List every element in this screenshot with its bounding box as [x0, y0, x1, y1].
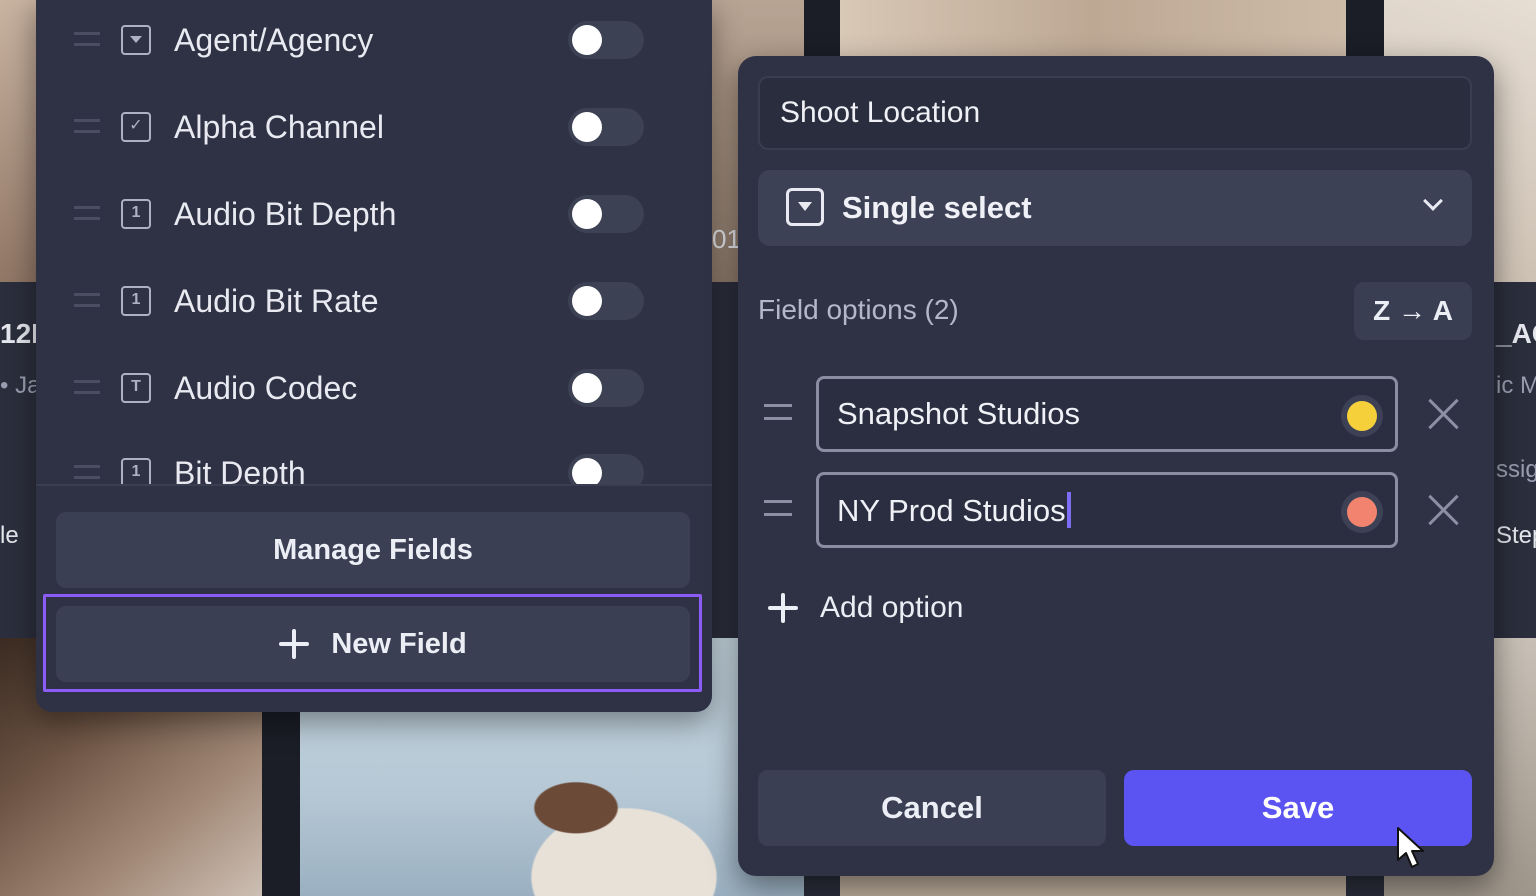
new-field-label: New Field — [331, 627, 467, 660]
remove-option-icon[interactable] — [1428, 398, 1460, 430]
field-label: Alpha Channel — [174, 109, 384, 145]
field-visibility-toggle[interactable] — [568, 108, 644, 146]
field-row-audio-codec[interactable]: T Audio Codec — [36, 358, 712, 418]
divider — [36, 484, 712, 486]
drag-handle-icon[interactable] — [764, 500, 792, 516]
field-label: Agent/Agency — [174, 22, 374, 58]
plus-icon — [768, 593, 798, 623]
edit-field-panel: Shoot Location Single select Field optio… — [738, 56, 1494, 876]
mouse-pointer-icon — [1397, 827, 1424, 868]
field-visibility-toggle[interactable] — [568, 454, 644, 484]
number-field-icon: 1 — [121, 199, 151, 229]
plus-icon — [279, 629, 310, 659]
field-label: Audio Bit Depth — [174, 196, 397, 232]
number-field-icon: 1 — [121, 458, 151, 484]
number-field-icon: 1 — [121, 286, 151, 316]
color-swatch — [1347, 401, 1377, 431]
drag-handle-icon[interactable] — [764, 404, 792, 420]
field-visibility-toggle[interactable] — [568, 195, 644, 233]
media-sub-text: • Ja — [0, 372, 41, 399]
field-visibility-toggle[interactable] — [568, 21, 644, 59]
field-row-agent-agency[interactable]: Agent/Agency — [36, 10, 712, 70]
text-field-icon: T — [121, 373, 151, 403]
field-type-select[interactable]: Single select — [758, 170, 1472, 246]
field-list: Agent/Agency ✓ Alpha Channel 1 Audio Bit… — [36, 0, 712, 484]
add-option-label: Add option — [820, 591, 964, 624]
field-name-input[interactable]: Shoot Location — [758, 76, 1472, 150]
option-row: Snapshot Studios — [738, 376, 1494, 452]
media-tab-text: le — [0, 522, 19, 549]
option-color-picker[interactable] — [1341, 491, 1383, 533]
field-visibility-toggle[interactable] — [568, 369, 644, 407]
remove-option-icon[interactable] — [1428, 494, 1460, 526]
field-type-label: Single select — [842, 190, 1032, 225]
field-options-title: Field options (2) — [758, 294, 959, 325]
text-cursor — [1066, 492, 1071, 528]
media-code-text: 01 — [712, 224, 741, 254]
checkbox-field-icon: ✓ — [121, 112, 151, 142]
photo-subject — [480, 770, 720, 896]
drag-handle-icon[interactable] — [74, 380, 100, 394]
field-visibility-toggle[interactable] — [568, 282, 644, 320]
media-thumbnail — [840, 0, 1346, 60]
media-code-text: _AC — [1496, 318, 1536, 349]
option-text: Snapshot Studios — [837, 396, 1081, 431]
add-option-button[interactable]: Add option — [768, 586, 963, 630]
field-row-audio-bit-rate[interactable]: 1 Audio Bit Rate — [36, 271, 712, 331]
field-label: Audio Codec — [174, 370, 358, 406]
field-label: Audio Bit Rate — [174, 283, 379, 319]
field-row-audio-bit-depth[interactable]: 1 Audio Bit Depth — [36, 184, 712, 244]
new-field-button[interactable]: New Field — [56, 606, 690, 682]
drag-handle-icon[interactable] — [74, 32, 100, 46]
field-row-alpha-channel[interactable]: ✓ Alpha Channel — [36, 97, 712, 157]
color-swatch — [1347, 497, 1377, 527]
cancel-button[interactable]: Cancel — [758, 770, 1106, 846]
single-select-icon — [786, 188, 824, 226]
drag-handle-icon[interactable] — [74, 119, 100, 133]
media-sub-text: ic M — [1496, 372, 1536, 399]
dropdown-field-icon — [121, 25, 151, 55]
drag-handle-icon[interactable] — [74, 293, 100, 307]
option-text-value: NY Prod Studios — [837, 493, 1066, 528]
field-row-bit-depth[interactable]: 1 Bit Depth — [36, 443, 712, 484]
field-label: Bit Depth — [174, 455, 306, 484]
option-text: NY Prod Studios — [837, 492, 1071, 529]
drag-handle-icon[interactable] — [74, 465, 100, 479]
option-color-picker[interactable] — [1341, 395, 1383, 437]
option-input[interactable]: Snapshot Studios — [816, 376, 1398, 452]
chevron-down-icon — [1423, 191, 1443, 211]
media-tab-text: Step — [1496, 522, 1536, 549]
drag-handle-icon[interactable] — [74, 206, 100, 220]
media-thumbnail — [0, 0, 36, 282]
sort-options-button[interactable]: Z → A — [1354, 282, 1472, 340]
media-sub-text: ssig — [1496, 456, 1536, 483]
option-row: NY Prod Studios — [738, 472, 1494, 548]
option-input[interactable]: NY Prod Studios — [816, 472, 1398, 548]
fields-panel: Agent/Agency ✓ Alpha Channel 1 Audio Bit… — [36, 0, 712, 712]
manage-fields-button[interactable]: Manage Fields — [56, 512, 690, 588]
